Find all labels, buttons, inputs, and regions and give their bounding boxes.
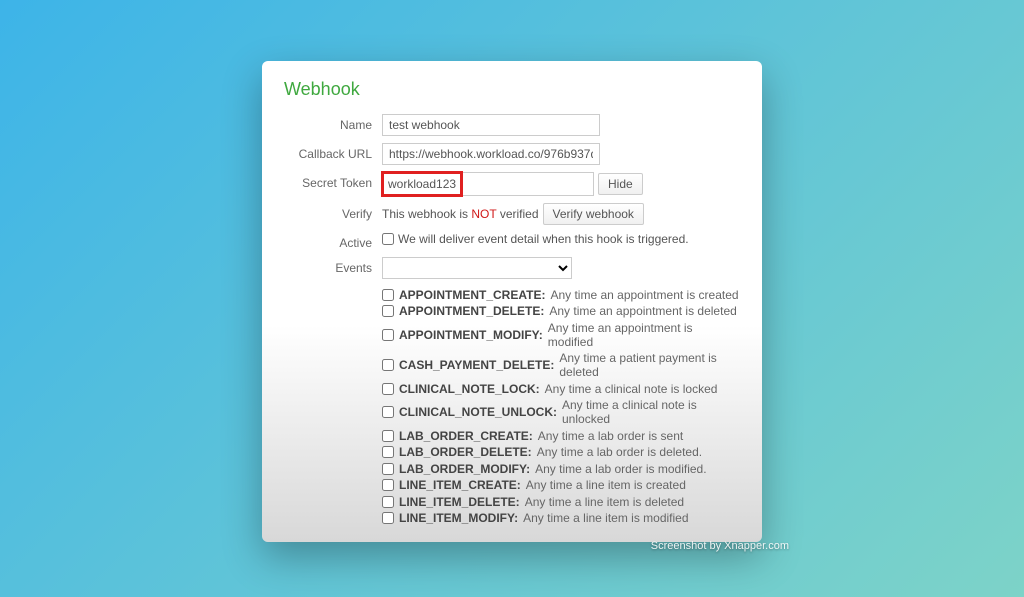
event-checkbox[interactable] [382,430,394,442]
event-name: LAB_ORDER_CREATE: [399,429,533,443]
event-item: LAB_ORDER_CREATE: Any time a lab order is… [382,429,740,443]
event-item: APPOINTMENT_CREATE: Any time an appointme… [382,288,740,302]
event-list: APPOINTMENT_CREATE: Any time an appointme… [382,288,740,526]
label-name: Name [284,114,382,132]
event-item: LINE_ITEM_CREATE: Any time a line item is… [382,478,740,492]
event-name: CLINICAL_NOTE_LOCK: [399,382,540,396]
event-checkbox[interactable] [382,446,394,458]
event-name: LINE_ITEM_CREATE: [399,478,521,492]
event-checkbox[interactable] [382,305,394,317]
callback-url-input[interactable] [382,143,600,165]
event-item: CLINICAL_NOTE_LOCK: Any time a clinical n… [382,382,740,396]
event-checkbox[interactable] [382,479,394,491]
hide-token-button[interactable]: Hide [598,173,643,195]
event-checkbox[interactable] [382,463,394,475]
event-item: LAB_ORDER_DELETE: Any time a lab order is… [382,445,740,459]
event-checkbox[interactable] [382,329,394,341]
event-description: Any time a lab order is deleted. [537,445,702,459]
event-description: Any time a line item is created [526,478,686,492]
events-select[interactable] [382,257,572,279]
event-description: Any time an appointment is modified [548,321,740,349]
screenshot-watermark: Screenshot by Xnapper.com [651,540,789,552]
row-name: Name [284,114,740,136]
event-name: LAB_ORDER_MODIFY: [399,462,530,476]
event-name: LINE_ITEM_MODIFY: [399,511,518,525]
row-verify: Verify This webhook is NOT verified Veri… [284,203,740,225]
secret-token-input[interactable]: workload123 [382,172,594,196]
event-description: Any time a clinical note is unlocked [562,398,740,426]
event-description: Any time a line item is modified [523,511,688,525]
event-checkbox[interactable] [382,406,394,418]
event-item: LAB_ORDER_MODIFY: Any time a lab order is… [382,462,740,476]
row-url: Callback URL [284,143,740,165]
row-token: Secret Token workload123 Hide [284,172,740,196]
label-url: Callback URL [284,143,382,161]
label-token: Secret Token [284,172,382,190]
verify-webhook-button[interactable]: Verify webhook [543,203,644,225]
event-item: APPOINTMENT_MODIFY: Any time an appointme… [382,321,740,349]
event-description: Any time a patient payment is deleted [559,351,740,379]
event-checkbox[interactable] [382,512,394,524]
name-input[interactable] [382,114,600,136]
active-description: We will deliver event detail when this h… [398,232,689,246]
webhook-form-card: Webhook Name Callback URL Secret Token w… [262,61,762,543]
verify-not-badge: NOT [471,207,496,221]
event-name: CASH_PAYMENT_DELETE: [399,358,554,372]
event-description: Any time a clinical note is locked [545,382,718,396]
event-item: CASH_PAYMENT_DELETE: Any time a patient p… [382,351,740,379]
event-item: CLINICAL_NOTE_UNLOCK: Any time a clinical… [382,398,740,426]
event-checkbox[interactable] [382,289,394,301]
label-verify: Verify [284,203,382,221]
form-title: Webhook [284,79,740,100]
event-description: Any time a lab order is sent [538,429,683,443]
row-active: Active We will deliver event detail when… [284,232,740,250]
label-active: Active [284,232,382,250]
event-name: APPOINTMENT_CREATE: [399,288,545,302]
event-name: CLINICAL_NOTE_UNLOCK: [399,405,557,419]
verify-status-text: This webhook is NOT verified [382,207,539,221]
event-description: Any time an appointment is deleted [549,304,736,318]
event-item: APPOINTMENT_DELETE: Any time an appointme… [382,304,740,318]
event-description: Any time a line item is deleted [525,495,684,509]
event-name: LAB_ORDER_DELETE: [399,445,532,459]
event-checkbox[interactable] [382,383,394,395]
token-highlight: workload123 [381,171,463,197]
event-description: Any time a lab order is modified. [535,462,706,476]
event-name: APPOINTMENT_MODIFY: [399,328,543,342]
event-checkbox[interactable] [382,359,394,371]
event-description: Any time an appointment is created [550,288,738,302]
row-events: Events APPOINTMENT_CREATE: Any time an ap… [284,257,740,526]
event-item: LINE_ITEM_DELETE: Any time a line item is… [382,495,740,509]
active-checkbox[interactable] [382,233,394,245]
event-checkbox[interactable] [382,496,394,508]
label-events: Events [284,257,382,275]
event-item: LINE_ITEM_MODIFY: Any time a line item is… [382,511,740,525]
event-name: LINE_ITEM_DELETE: [399,495,520,509]
event-name: APPOINTMENT_DELETE: [399,304,544,318]
